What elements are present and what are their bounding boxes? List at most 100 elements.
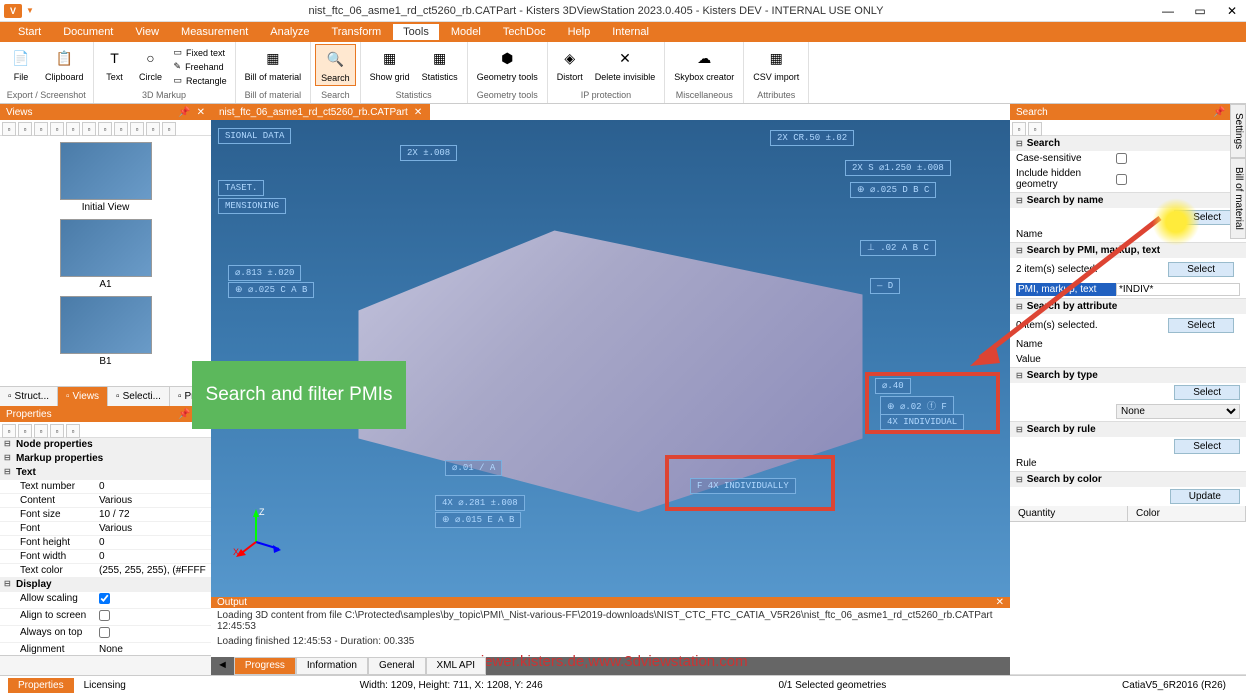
output-tab-information[interactable]: Information (296, 657, 368, 675)
close-button[interactable]: ✕ (1222, 3, 1242, 19)
case-sensitive-checkbox[interactable] (1116, 153, 1127, 164)
scroll-left-icon[interactable]: ◄ (211, 657, 234, 675)
document-tab[interactable]: nist_ftc_06_asme1_rd_ct5260_rb.CATPart✕ (211, 104, 430, 120)
pmi-annotation[interactable]: ⊕ ⌀.025 D B C (850, 182, 936, 198)
collapse-icon[interactable]: ⊟ (1016, 196, 1023, 205)
output-tab-general[interactable]: General (368, 657, 426, 675)
collapse-icon[interactable]: ⊟ (1016, 139, 1023, 148)
collapse-icon[interactable]: ⊟ (1016, 425, 1023, 434)
menu-analyze[interactable]: Analyze (260, 24, 319, 40)
menu-tools[interactable]: Tools (393, 24, 439, 40)
pmi-annotation[interactable]: ⊕ ⌀.025 C A B (228, 282, 314, 298)
menu-transform[interactable]: Transform (321, 24, 391, 40)
bottom-tab-licensing[interactable]: Licensing (74, 678, 136, 693)
tab-selecti[interactable]: ▫Selecti... (108, 387, 170, 406)
ribbon-freehand[interactable]: ✎Freehand (172, 60, 229, 73)
maximize-button[interactable]: ▭ (1190, 3, 1210, 19)
prop-checkbox[interactable] (99, 627, 110, 638)
bottom-tab-properties[interactable]: Properties (8, 678, 74, 693)
menu-document[interactable]: Document (53, 24, 123, 40)
pmi-annotation[interactable]: — D (870, 278, 900, 294)
collapse-icon[interactable]: ⊟ (1016, 475, 1023, 484)
pmi-annotation[interactable]: TASET. (218, 180, 264, 196)
ribbon-fixed-text[interactable]: ▭Fixed text (172, 46, 229, 59)
close-icon[interactable]: ✕ (996, 597, 1004, 608)
ribbon-search[interactable]: 🔍Search (315, 44, 356, 86)
ribbon-bill-of-material[interactable]: ▦Bill of material (240, 44, 307, 84)
toolbar-btn[interactable]: ▫ (82, 122, 96, 136)
prop-group-display[interactable]: ⊟ Display (0, 578, 211, 592)
pmi-annotation[interactable]: ⌀.813 ±.020 (228, 265, 301, 281)
select-button[interactable]: Select (1168, 318, 1234, 333)
section-by-color[interactable]: ⊟Search by color (1010, 472, 1246, 487)
ribbon-circle[interactable]: ○Circle (134, 44, 168, 84)
toolbar-btn[interactable]: ▫ (2, 122, 16, 136)
toolbar-btn[interactable]: ▫ (50, 122, 64, 136)
toolbar-btn[interactable]: ▫ (146, 122, 160, 136)
toolbar-btn[interactable]: ▫ (66, 424, 80, 438)
prop-checkbox[interactable] (99, 610, 110, 621)
toolbar-btn[interactable]: ▫ (1028, 122, 1042, 136)
tab-views[interactable]: ▫Views (58, 387, 108, 406)
pmi-annotation[interactable]: ⊕ ⌀.015 E A B (435, 512, 521, 528)
pmi-annotation[interactable]: ⊥ .02 A B C (860, 240, 936, 256)
section-by-rule[interactable]: ⊟Search by rule (1010, 422, 1246, 437)
toolbar-btn[interactable]: ▫ (18, 122, 32, 136)
toolbar-btn[interactable]: ▫ (2, 424, 16, 438)
toolbar-btn[interactable]: ▫ (162, 122, 176, 136)
side-tab-bom[interactable]: Bill of material (1230, 158, 1246, 239)
pin-icon[interactable]: 📌 (178, 409, 190, 420)
toolbar-btn[interactable]: ▫ (50, 424, 64, 438)
tab-struct[interactable]: ▫Struct... (0, 387, 58, 406)
output-tab-xml api[interactable]: XML API (426, 657, 487, 675)
view-thumbnail[interactable] (60, 142, 152, 200)
select-button[interactable]: Select (1168, 262, 1234, 277)
ribbon-skybox-creator[interactable]: ☁Skybox creator (669, 44, 739, 84)
pmi-annotation[interactable]: 4X ⌀.281 ±.008 (435, 495, 525, 511)
ribbon-delete-invisible[interactable]: ✕Delete invisible (590, 44, 661, 84)
menu-view[interactable]: View (125, 24, 169, 40)
view-thumbnail[interactable] (60, 296, 152, 354)
select-button[interactable]: Select (1174, 439, 1240, 454)
toolbar-btn[interactable]: ▫ (1012, 122, 1026, 136)
pmi-annotation[interactable]: SIONAL DATA (218, 128, 291, 144)
toolbar-btn[interactable]: ▫ (114, 122, 128, 136)
3d-viewport[interactable]: XZ 2X CR.50 ±.022X S ⌀1.250 ±.008⊕ ⌀.025… (211, 120, 1010, 597)
ribbon-csv-import[interactable]: ▦CSV import (748, 44, 804, 84)
toolbar-btn[interactable]: ▫ (18, 424, 32, 438)
menu-techdoc[interactable]: TechDoc (493, 24, 556, 40)
toolbar-btn[interactable]: ▫ (34, 424, 48, 438)
prop-checkbox[interactable] (99, 593, 110, 604)
ribbon-geometry-tools[interactable]: ⬢Geometry tools (472, 44, 543, 84)
ribbon-text[interactable]: TText (98, 44, 132, 84)
pin-icon[interactable]: 📌 (178, 107, 190, 118)
minimize-button[interactable]: — (1158, 3, 1178, 19)
close-icon[interactable]: ✕ (197, 107, 205, 118)
output-tab-progress[interactable]: Progress (234, 657, 296, 675)
pmi-annotation[interactable]: 2X CR.50 ±.02 (770, 130, 854, 146)
update-button[interactable]: Update (1170, 489, 1240, 504)
pin-icon[interactable]: 📌 (1213, 107, 1225, 118)
pmi-annotation[interactable]: 2X S ⌀1.250 ±.008 (845, 160, 951, 176)
toolbar-btn[interactable]: ▫ (130, 122, 144, 136)
ribbon-rectangle[interactable]: ▭Rectangle (172, 74, 229, 87)
close-icon[interactable]: ✕ (414, 107, 422, 118)
hidden-geo-checkbox[interactable] (1116, 174, 1127, 185)
ribbon-file[interactable]: 📄File (4, 44, 38, 84)
ribbon-clipboard[interactable]: 📋Clipboard (40, 44, 89, 84)
pmi-annotation[interactable]: ⌀.01 / A (445, 460, 502, 476)
select-button[interactable]: Select (1174, 385, 1240, 400)
prop-group-node-properties[interactable]: ⊟ Node properties (0, 438, 211, 452)
menu-help[interactable]: Help (558, 24, 601, 40)
ribbon-distort[interactable]: ◈Distort (552, 44, 588, 84)
side-tab-settings[interactable]: Settings (1230, 104, 1246, 158)
toolbar-btn[interactable]: ▫ (66, 122, 80, 136)
prop-group-text[interactable]: ⊟ Text (0, 466, 211, 480)
section-search[interactable]: ⊟Search (1010, 136, 1246, 151)
toolbar-btn[interactable]: ▫ (34, 122, 48, 136)
menu-model[interactable]: Model (441, 24, 491, 40)
menu-start[interactable]: Start (8, 24, 51, 40)
prop-group-markup-properties[interactable]: ⊟ Markup properties (0, 452, 211, 466)
pmi-annotation[interactable]: MENSIONING (218, 198, 286, 214)
ribbon-show-grid[interactable]: ▦Show grid (365, 44, 415, 84)
